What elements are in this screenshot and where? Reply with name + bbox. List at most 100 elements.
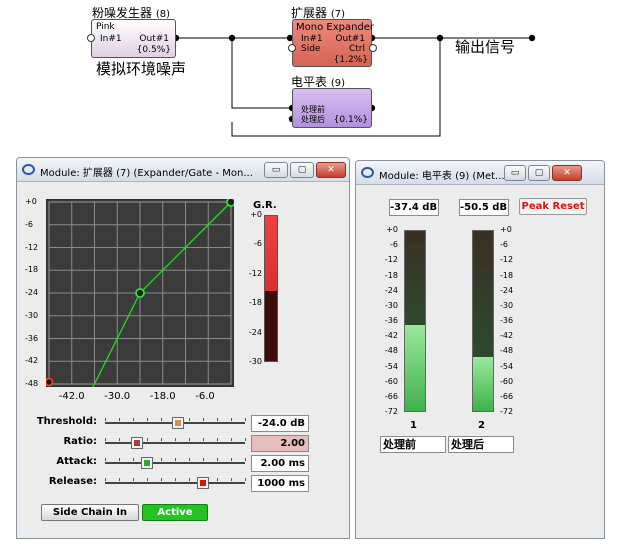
maximize-button[interactable]: ▢ [290, 162, 314, 178]
slider-thumb-marker [133, 440, 140, 446]
gr-tick-label: -12 [248, 268, 262, 278]
slider-tick [119, 478, 120, 481]
meter-window-title: Module: 电平表 (9) (Met... [379, 171, 504, 182]
meter-scale-label: -66 [384, 391, 398, 401]
x-tick-label: -6.0 [195, 391, 215, 402]
slider-tick [203, 418, 204, 421]
slider-thumb[interactable] [140, 457, 153, 469]
meter-scale-label: -48 [384, 346, 398, 356]
level-meter-2 [472, 230, 494, 412]
slider-tick [119, 418, 120, 421]
meter-scale-label: -6 [390, 240, 398, 250]
meter-scale-label: -72 [500, 407, 514, 416]
expander-block[interactable]: Mono Expander In#1 Side Out#1 Ctrl {1.2%… [288, 19, 377, 67]
expander-ctrl-port[interactable] [369, 44, 377, 52]
y-tick-label: -48 [25, 379, 39, 388]
y-tick-label: -30 [25, 310, 39, 320]
slider-tick [203, 458, 204, 461]
noise-input-port[interactable] [87, 34, 95, 42]
meter-window-titlebar[interactable]: Module: 电平表 (9) (Met... ▭ ▢ ✕ [356, 161, 604, 185]
meter-lit-segment [405, 324, 425, 411]
y-tick-label: -18 [25, 265, 39, 275]
peak-reset-button[interactable]: Peak Reset [519, 198, 587, 215]
expander-window-titlebar[interactable]: Module: 扩展器 (7) (Expander/Gate - Mon... … [17, 158, 349, 182]
meter-scale-label: -12 [384, 255, 398, 265]
meter-scale-label: -72 [384, 407, 398, 416]
param-value-field[interactable]: 1000 ms [251, 475, 309, 492]
slider-tick [231, 438, 232, 441]
slider-track[interactable] [105, 442, 245, 444]
expander-module-window[interactable]: Module: 扩展器 (7) (Expander/Gate - Mon... … [16, 157, 350, 539]
slider-tick [161, 438, 162, 441]
maximize-button[interactable]: ▢ [528, 165, 550, 181]
meter-scale-label: -24 [384, 285, 398, 295]
slider-tick [105, 418, 106, 421]
slider-track[interactable] [105, 482, 245, 484]
meter-lit-segment [473, 357, 493, 411]
param-label: Attack: [56, 456, 97, 467]
slider-tick [217, 438, 218, 441]
side-chain-in-button[interactable]: Side Chain In [41, 504, 139, 521]
meter-unlit-segment [405, 231, 425, 325]
noise-annotation: 模拟环境噪声 [96, 60, 187, 78]
slider-tick [189, 418, 190, 421]
y-tick-label: +0 [25, 197, 37, 206]
meter-scale-label: -12 [500, 255, 514, 265]
noise-generator-block[interactable]: Pink In#1 Out#1 {0.5%} [87, 19, 176, 58]
meter-scale-label: +0 [500, 225, 512, 234]
y-tick-label: -42 [25, 356, 39, 366]
level-meter-block[interactable]: 处理前 处理后 {0.1%} [292, 88, 372, 128]
y-tick-label: -36 [25, 333, 39, 343]
close-button[interactable]: ✕ [316, 162, 346, 178]
module-icon [361, 167, 374, 178]
slider-tick [217, 478, 218, 481]
minimize-button[interactable]: ▭ [264, 162, 288, 178]
param-label: Threshold: [36, 416, 97, 427]
slider-tick [231, 478, 232, 481]
slider-tick [189, 458, 190, 461]
y-tick-label: -24 [25, 288, 39, 297]
meter-scale-label: -42 [384, 331, 398, 341]
param-value-field[interactable]: 2.00 [251, 435, 309, 452]
meter-scale-label: -42 [500, 331, 514, 341]
slider-thumb[interactable] [130, 437, 143, 449]
gain-reduction-meter [264, 215, 278, 362]
meter-channel-name[interactable]: 处理前 [380, 436, 446, 453]
slider-tick [147, 418, 148, 421]
meter-scale-label: -18 [500, 270, 514, 280]
active-toggle[interactable]: Active [142, 504, 208, 521]
close-button[interactable]: ✕ [552, 165, 582, 181]
meter-scale-label: -24 [500, 285, 514, 295]
meter-channel-name[interactable]: 处理后 [448, 436, 514, 453]
slider-tick [217, 418, 218, 421]
meter-scale-label: -54 [500, 361, 514, 371]
param-value-field[interactable]: -24.0 dB [251, 415, 309, 432]
meter-channel-number: 2 [478, 420, 485, 431]
slider-tick [161, 458, 162, 461]
slider-tick [245, 418, 246, 421]
slider-thumb-marker [143, 460, 150, 466]
slider-tick [217, 458, 218, 461]
slider-tick [133, 418, 134, 421]
meter-1-peak-readout: -37.4 dB [389, 199, 439, 216]
slider-tick [119, 458, 120, 461]
slider-track[interactable] [105, 462, 245, 464]
slider-tick [245, 458, 246, 461]
minimize-button[interactable]: ▭ [504, 165, 526, 181]
x-tick-label: -18.0 [149, 391, 176, 402]
meter-scale-label: -66 [500, 391, 514, 401]
meter-channel-number: 1 [410, 420, 417, 431]
slider-tick [147, 438, 148, 441]
param-value-field[interactable]: 2.00 ms [251, 455, 309, 472]
expander-side-port[interactable] [288, 44, 296, 52]
curve-point-floor [46, 377, 54, 387]
transfer-curve-graph[interactable] [46, 199, 234, 387]
slider-tick [189, 438, 190, 441]
y-tick-label: -12 [25, 242, 39, 252]
curve-point-top [226, 199, 234, 207]
slider-thumb[interactable] [197, 477, 210, 489]
meter-scale-label: -30 [500, 300, 514, 310]
meter-module-window[interactable]: Module: 电平表 (9) (Met... ▭ ▢ ✕ -37.4 dB -… [355, 160, 605, 539]
level-meter-1 [404, 230, 426, 412]
slider-thumb[interactable] [171, 417, 184, 429]
